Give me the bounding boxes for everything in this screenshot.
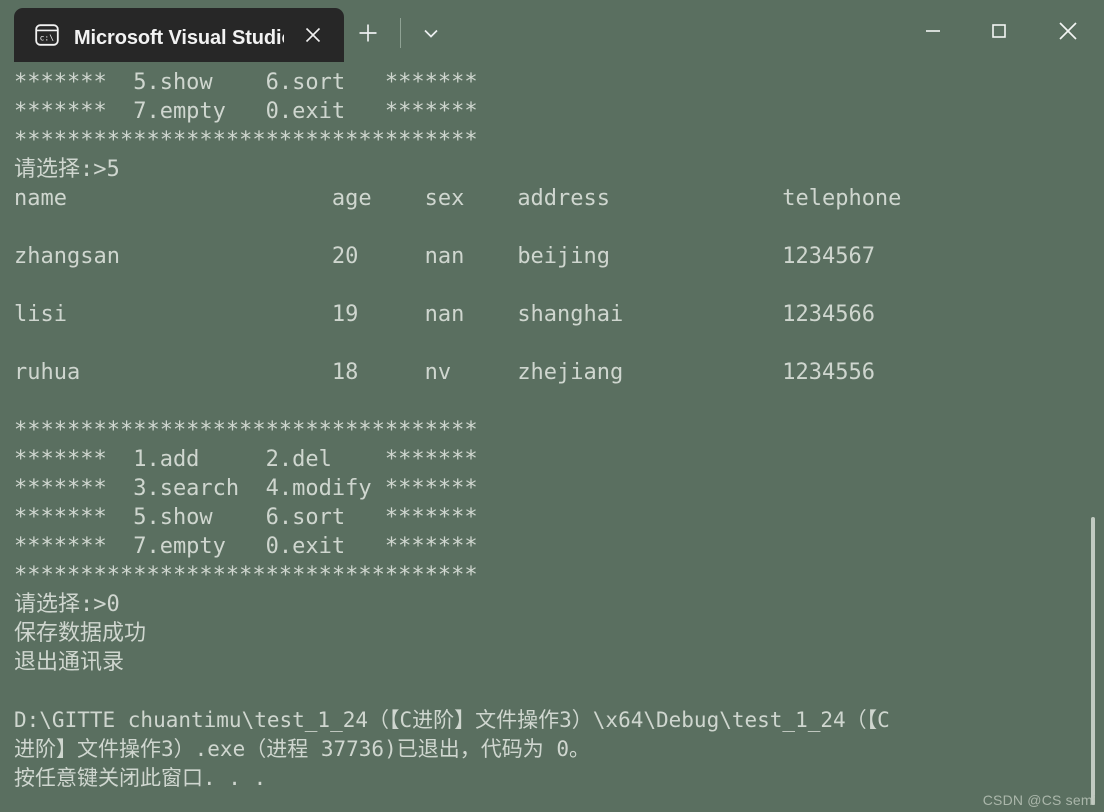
tab-bar-divider xyxy=(400,18,401,48)
terminal-line: ******* 5.show 6.sort ******* xyxy=(14,70,478,95)
title-bar: c:\ Microsoft Visual Studio 调试控 xyxy=(0,0,1104,62)
terminal-line: 进阶】文件操作3）.exe（进程 37736)已退出，代码为 0。 xyxy=(14,737,591,761)
terminal-line: ******* 5.show 6.sort ******* xyxy=(14,505,478,530)
terminal-line: *********************************** xyxy=(14,128,478,153)
chevron-down-icon[interactable] xyxy=(409,11,453,55)
terminal-tab[interactable]: c:\ Microsoft Visual Studio 调试控 xyxy=(14,8,344,62)
terminal-line: *********************************** xyxy=(14,418,478,443)
terminal-line: 保存数据成功 xyxy=(14,621,147,646)
terminal-line: *********************************** xyxy=(14,563,478,588)
console-cmd-icon: c:\ xyxy=(34,22,60,48)
vertical-scrollbar[interactable] xyxy=(1087,62,1099,812)
new-tab-icon[interactable] xyxy=(344,11,392,55)
terminal-line: 请选择:>0 xyxy=(14,592,120,617)
terminal-window: c:\ Microsoft Visual Studio 调试控 xyxy=(0,0,1104,812)
maximize-icon[interactable] xyxy=(966,0,1032,62)
terminal-line: lisi 19 nan shanghai 1234566 xyxy=(14,302,875,327)
terminal-line: ******* 1.add 2.del ******* xyxy=(14,447,478,472)
window-controls xyxy=(900,0,1104,62)
tab-bar-actions xyxy=(344,6,453,62)
terminal-line: ******* 7.empty 0.exit ******* xyxy=(14,99,478,124)
terminal-line: name age sex address telephone xyxy=(14,186,902,211)
terminal-line: 退出通讯录 xyxy=(14,650,125,675)
terminal-line: ******* 3.search 4.modify ******* xyxy=(14,476,478,501)
terminal-line: 请选择:>5 xyxy=(14,157,120,182)
scrollbar-thumb[interactable] xyxy=(1091,517,1095,805)
minimize-icon[interactable] xyxy=(900,0,966,62)
terminal-line: D:\GITTE chuantimu\test_1_24（【C进阶】文件操作3）… xyxy=(14,708,890,732)
svg-text:c:\: c:\ xyxy=(40,34,55,43)
tab-title: Microsoft Visual Studio 调试控 xyxy=(74,26,284,49)
tab-close-icon[interactable] xyxy=(298,20,328,50)
terminal-line: zhangsan 20 nan beijing 1234567 xyxy=(14,244,875,269)
terminal-line: ******* 7.empty 0.exit ******* xyxy=(14,534,478,559)
terminal-line: 按任意键关闭此窗口. . . xyxy=(14,766,267,790)
watermark: CSDN @CS semi xyxy=(982,792,1096,808)
close-icon[interactable] xyxy=(1032,0,1104,62)
terminal-line: ruhua 18 nv zhejiang 1234556 xyxy=(14,360,875,385)
terminal-output[interactable]: ******* 5.show 6.sort ******* ******* 7.… xyxy=(0,62,1104,812)
